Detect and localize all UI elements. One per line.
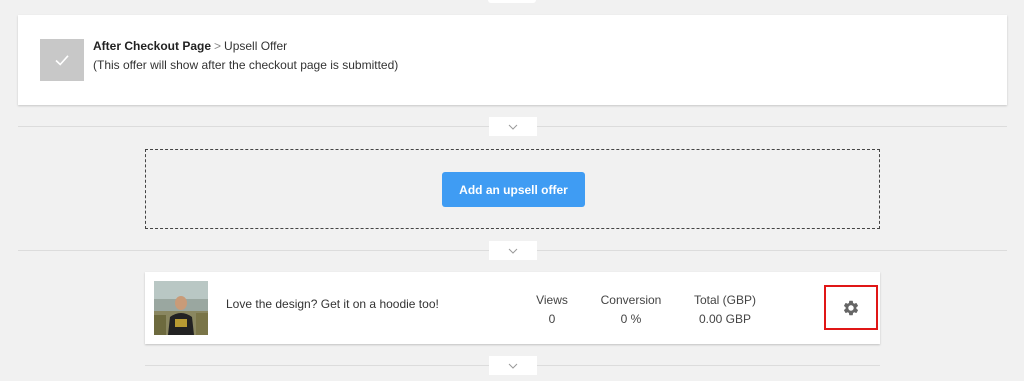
checkout-step-card: After Checkout Page > Upsell Offer (This o… [18,15,1007,105]
add-upsell-offer-button[interactable]: Add an upsell offer [442,172,585,207]
step-status-box [40,39,84,81]
stat-label: Total (GBP) [693,293,756,307]
offer-settings-button[interactable] [824,285,878,330]
upsell-dropzone: Add an upsell offer [145,149,880,229]
check-icon [55,55,69,66]
expand-connector-3[interactable] [489,356,537,375]
step-description: (This offer will show after the checkout… [93,58,399,72]
stat-value: 0.00 GBP [698,312,752,326]
stat-label: Conversion [600,293,662,307]
stat-value: 0 % [620,312,642,326]
stat-conversion: Conversion 0 % [595,291,667,329]
stat-label: Views [536,293,568,307]
checkout-step-title: After Checkout Page > Upsell Offer [93,39,287,53]
step-type-label: Upsell Offer [224,39,288,53]
breadcrumb-separator: > [214,39,222,53]
offer-thumbnail [154,281,208,335]
expand-connector-2[interactable] [489,241,537,260]
chevron-down-icon [508,248,518,254]
stat-total: Total (GBP) 0.00 GBP [689,291,761,329]
expand-connector-1[interactable] [489,117,537,136]
upsell-offer-row[interactable]: Love the design? Get it on a hoodie too!… [145,272,880,344]
top-connector-tab [488,0,536,3]
offer-title: Love the design? Get it on a hoodie too! [226,297,439,311]
chevron-down-icon [508,363,518,369]
stat-value: 0 [548,312,556,326]
gear-icon [843,300,859,315]
step-name: After Checkout Page [93,39,212,53]
chevron-down-icon [508,124,518,130]
stat-views: Views 0 [530,291,574,329]
